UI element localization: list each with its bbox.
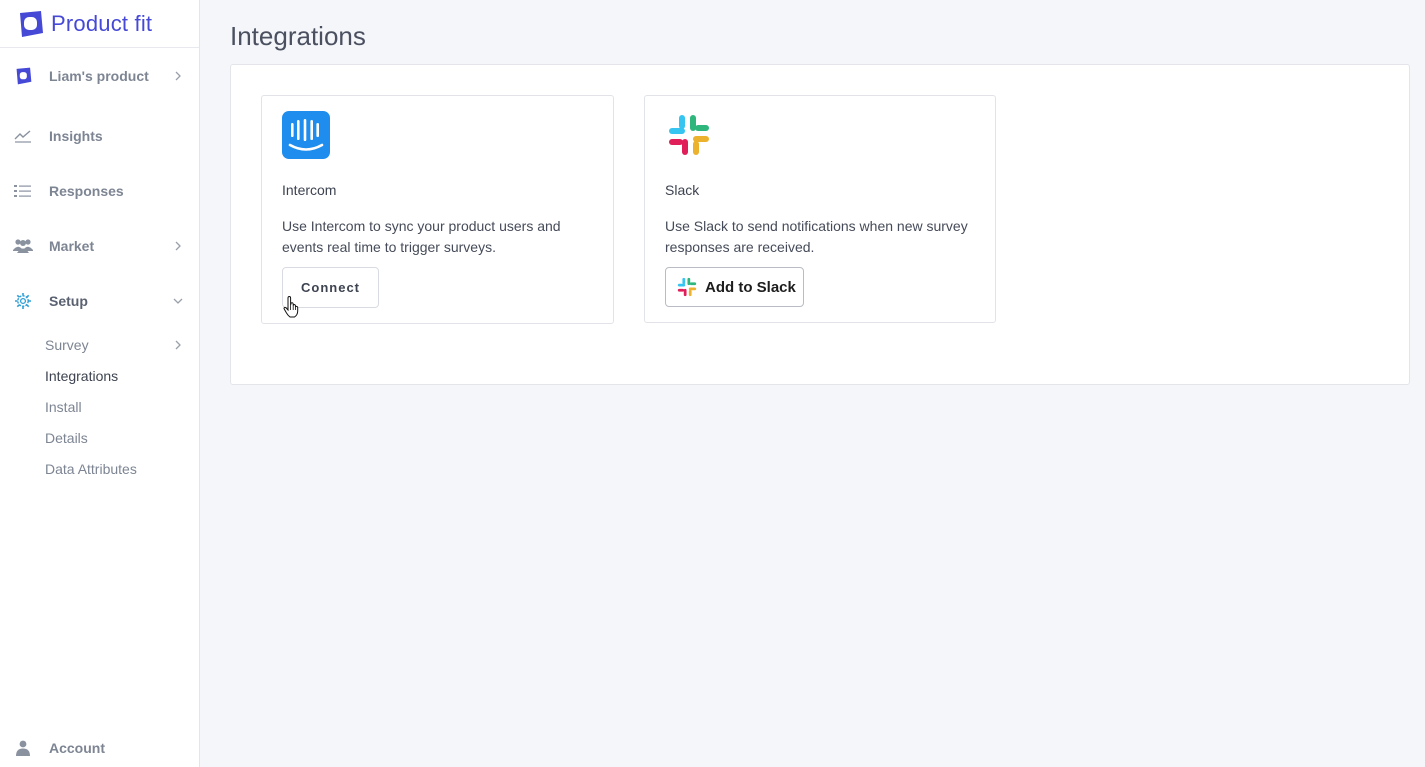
sidebar-item-label: Insights	[49, 128, 103, 144]
brand-name: Product fit	[51, 10, 153, 36]
page-title: Integrations	[230, 21, 366, 51]
sidebar-item-label: Liam's product	[49, 68, 149, 84]
brand[interactable]: Product fit	[0, 0, 199, 48]
sidebar-subitem-details[interactable]: Details	[0, 425, 199, 451]
user-icon	[13, 738, 33, 758]
integration-name: Slack	[665, 182, 700, 198]
sidebar-item-label: Setup	[49, 293, 88, 309]
slack-logo-icon	[677, 277, 697, 297]
sidebar-item-label: Market	[49, 238, 95, 254]
sidebar-item-label: Account	[49, 740, 105, 756]
sidebar-subitem-label: Survey	[45, 337, 89, 353]
product-icon	[13, 66, 33, 86]
sidebar-item-label: Responses	[49, 183, 124, 199]
chevron-right-icon	[173, 241, 183, 251]
sidebar-subitem-label: Details	[45, 430, 88, 446]
chevron-down-icon	[173, 296, 183, 306]
hand-cursor-icon	[283, 296, 299, 318]
integration-card-intercom: Intercom Use Intercom to sync your produ…	[261, 95, 614, 324]
sidebar-item-account[interactable]: Account	[0, 730, 199, 766]
add-to-slack-button[interactable]: Add to Slack	[665, 267, 804, 307]
sidebar-subitem-data-attributes[interactable]: Data Attributes	[0, 456, 199, 482]
sidebar-item-responses[interactable]: Responses	[0, 173, 199, 209]
sidebar-item-product[interactable]: Liam's product	[0, 58, 199, 94]
integration-card-slack: Slack Use Slack to send notifications wh…	[644, 95, 996, 323]
chevron-right-icon	[173, 340, 183, 350]
product-fit-logo-icon	[20, 10, 43, 37]
integration-description: Use Slack to send notifications when new…	[665, 218, 968, 255]
integration-name: Intercom	[282, 182, 337, 198]
sidebar-item-setup[interactable]: Setup	[0, 283, 199, 319]
sidebar-subitem-survey[interactable]: Survey	[0, 332, 199, 358]
slack-logo-icon	[669, 115, 709, 155]
sidebar-subitem-label: Install	[45, 399, 82, 415]
sidebar-subitem-label: Integrations	[45, 368, 119, 384]
add-to-slack-label: Add to Slack	[705, 278, 796, 296]
sidebar: Product fit Liam's product Insights Resp…	[0, 0, 200, 767]
chart-line-icon	[13, 126, 33, 146]
chevron-right-icon	[173, 71, 183, 81]
sidebar-item-insights[interactable]: Insights	[0, 118, 199, 154]
intercom-logo-icon	[282, 111, 330, 159]
sidebar-item-market[interactable]: Market	[0, 228, 199, 264]
gear-icon	[13, 291, 33, 311]
sidebar-subitem-integrations[interactable]: Integrations	[0, 363, 199, 389]
sidebar-subitem-install[interactable]: Install	[0, 394, 199, 420]
integration-description: Use Intercom to sync your product users …	[282, 218, 561, 255]
sidebar-subitem-label: Data Attributes	[45, 461, 137, 477]
users-icon	[13, 236, 33, 256]
list-icon	[13, 181, 33, 201]
